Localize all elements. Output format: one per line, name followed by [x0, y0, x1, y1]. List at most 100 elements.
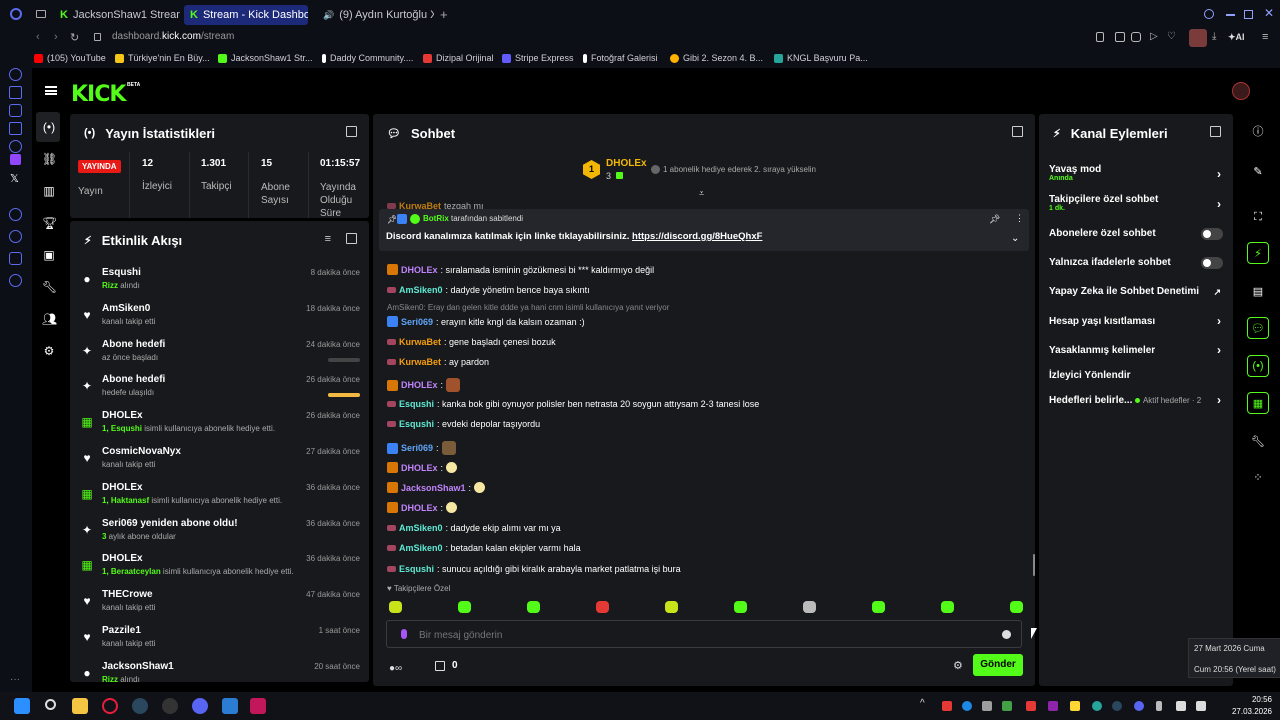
bookmarks-sidebar-icon[interactable] — [9, 86, 22, 99]
layout-toggle-icon[interactable]: ▦ — [1247, 392, 1269, 414]
tab-stream-jackson[interactable]: K JacksonShaw1 Stream - W — [54, 5, 180, 25]
chat-username[interactable]: DHOLEx — [401, 380, 438, 390]
chat-username[interactable]: DHOLEx — [401, 463, 438, 473]
feed-item[interactable]: ✦ Seri069 yeniden abone oldu! 3 aylık abon… — [80, 517, 360, 551]
wrench-icon[interactable]: 🔧︎ — [42, 281, 57, 293]
bookmark-kngl[interactable]: KNGL Başvuru Pa... — [774, 53, 868, 63]
opera-logo-icon[interactable] — [10, 8, 22, 20]
store-icon[interactable] — [435, 661, 445, 671]
viewer-redirect-setting[interactable]: İzleyici Yönlendir — [1049, 370, 1223, 384]
pinned-link[interactable]: https://discord.gg/8HueQhxF — [632, 231, 762, 242]
subs-only-toggle[interactable] — [1201, 228, 1223, 240]
feed-item[interactable]: ● Esqushi Rizz alındı 8 dakika önce — [80, 266, 360, 300]
chat-username[interactable]: JacksonShaw1 — [401, 483, 466, 493]
tray-app-icon[interactable] — [942, 701, 952, 711]
forward-icon[interactable]: › — [54, 31, 58, 43]
popout-icon[interactable] — [1210, 126, 1221, 137]
tray-app-icon[interactable] — [1026, 701, 1036, 711]
steam-tray-icon[interactable] — [1112, 701, 1122, 711]
chat-username[interactable]: KurwaBet — [399, 357, 441, 367]
player-sidebar-icon[interactable] — [9, 208, 22, 221]
age-restriction-setting[interactable]: Hesap yaşı kısıtlaması › — [1049, 314, 1223, 330]
obs-icon[interactable] — [162, 698, 178, 714]
network-icon[interactable] — [1176, 701, 1186, 711]
tab-kick-dashboard[interactable]: K Stream - Kick Dashboard — [184, 5, 308, 25]
analytics-icon[interactable]: ▥ — [42, 185, 56, 197]
feed-item[interactable]: ♥ THECrowe kanalı takip etti 47 dakika önce — [80, 588, 360, 622]
messenger-icon[interactable] — [9, 122, 22, 135]
emote-picker-icon[interactable] — [527, 601, 540, 613]
chat-username[interactable]: Seri069 — [401, 443, 433, 453]
points-icon[interactable]: ●∞ — [389, 663, 402, 674]
kick-logo[interactable]: KICK — [71, 82, 126, 107]
popout-icon[interactable] — [346, 126, 357, 137]
emote-picker-icon[interactable] — [941, 601, 954, 613]
bookmark-jackson-stream[interactable]: JacksonShaw1 Str... — [218, 53, 313, 63]
aria-icon[interactable] — [9, 104, 22, 117]
settings-icon[interactable] — [9, 274, 22, 287]
feed-item[interactable]: ▦ DHOLEx 1, Esqushi isimli kullanıcıya abo… — [80, 409, 360, 443]
heart-icon[interactable]: ♡ — [1167, 31, 1176, 42]
tray-app-icon[interactable] — [1092, 701, 1102, 711]
trophy-icon[interactable]: 🏆︎ — [42, 217, 57, 229]
back-icon[interactable]: ‹ — [36, 31, 40, 43]
microphone-icon[interactable] — [401, 629, 407, 639]
chat-toggle-icon[interactable]: 💬︎ — [1247, 317, 1269, 339]
goals-setting[interactable]: Hedefleri belirle... Aktif hedefler · 2 › — [1049, 393, 1223, 409]
pin-icon[interactable] — [1096, 32, 1104, 42]
aria-ai-button[interactable]: ✦AI — [1228, 32, 1245, 43]
quick-actions-icon[interactable]: ⚡︎ — [1247, 242, 1269, 264]
emotes-only-toggle[interactable] — [1201, 257, 1223, 269]
feed-item[interactable]: ♥ Pazzile1 kanalı takip etti 1 saat önce — [80, 624, 360, 658]
pinned-by-user[interactable]: BotRix — [423, 214, 449, 223]
banned-words-setting[interactable]: Yasaklanmış kelimeler › — [1049, 343, 1223, 359]
user-avatar[interactable] — [1232, 82, 1250, 100]
bookmark-turkiye[interactable]: Türkiye'nin En Büy... — [115, 53, 210, 63]
followers-only-setting[interactable]: Takipçilere özel sohbet 1 dk. › — [1049, 194, 1223, 218]
notes-icon[interactable]: ▤ — [1247, 280, 1269, 302]
tray-app-icon[interactable] — [982, 701, 992, 711]
emote-picker-icon[interactable] — [665, 601, 678, 613]
steam-icon[interactable] — [132, 698, 148, 714]
collapse-banner-icon[interactable]: ⩡ — [699, 188, 704, 199]
player-icon[interactable]: ▷ — [1150, 31, 1158, 42]
feed-item[interactable]: ♥ CosmicNovaNyx kanalı takip etti 27 dakika… — [80, 445, 360, 479]
emote-picker-icon[interactable] — [458, 601, 471, 613]
bookmark-stripe-express[interactable]: Stripe Express — [502, 53, 574, 63]
emote-picker-icon[interactable] — [803, 601, 816, 613]
extensions-icon[interactable] — [9, 252, 22, 265]
info-icon[interactable]: ⓘ — [1247, 120, 1269, 142]
unpin-icon[interactable]: 📌︎ — [989, 214, 1000, 225]
ai-moderation-setting[interactable]: Yapay Zeka ile Sohbet Denetimi ↗ — [1049, 286, 1223, 300]
taskbar-clock[interactable]: 20:56 27.03.2026 — [1222, 695, 1272, 716]
popout-icon[interactable] — [346, 233, 357, 244]
feed-item[interactable]: ▦ DHOLEx 1, Beraatceylan isimli kullanıcıy… — [80, 552, 360, 586]
community-icon[interactable]: 👥︎ — [42, 313, 57, 325]
chat-username[interactable]: AmSiken0 — [399, 543, 443, 553]
media-icon[interactable]: ▣ — [42, 249, 56, 261]
browser-menu-icon[interactable]: ≡ — [1262, 31, 1268, 43]
chat-username[interactable]: AmSiken0 — [399, 285, 443, 295]
emote-picker-icon[interactable] — [389, 601, 402, 613]
tray-app-icon[interactable] — [1070, 701, 1080, 711]
download-icon[interactable]: ⤓ — [1212, 31, 1216, 42]
tab-youtube[interactable]: 🔊 (9) Aydın Kurtoğlu X U... — [312, 5, 434, 25]
link-icon[interactable]: ⛓ — [42, 153, 57, 165]
slow-mode-setting[interactable]: Yavaş mod Anında › — [1049, 164, 1223, 188]
feed-item[interactable]: ● JacksonShaw1 Rizz alındı 20 saat önce — [80, 660, 360, 682]
bookmark-dizipal[interactable]: Dizipal Orijinal — [423, 53, 494, 63]
emote-picker-icon[interactable] — [596, 601, 609, 613]
emote-picker-icon[interactable] — [1010, 601, 1023, 613]
profile-avatar[interactable] — [1189, 29, 1207, 47]
feed-item[interactable]: ♥ AmSiken0 kanalı takip etti 18 dakika önce — [80, 302, 360, 336]
bookmark-gibi[interactable]: Gibi 2. Sezon 4. B... — [670, 53, 763, 63]
more-icon[interactable]: ⁘ — [1247, 466, 1269, 488]
tools-icon[interactable]: 🔧︎ — [1247, 430, 1269, 452]
tray-app-icon[interactable] — [1002, 701, 1012, 711]
search-tabs-icon[interactable] — [1204, 9, 1214, 19]
chat-scrollbar[interactable] — [1033, 554, 1035, 576]
send-button[interactable]: Gönder — [973, 654, 1023, 676]
chat-username[interactable]: AmSiken0 — [399, 523, 443, 533]
top-gifter-banner[interactable]: 1 DHOLEx 3 1 abonelik hediye ederek 2. s… — [583, 158, 833, 184]
emote-picker-icon[interactable] — [734, 601, 747, 613]
